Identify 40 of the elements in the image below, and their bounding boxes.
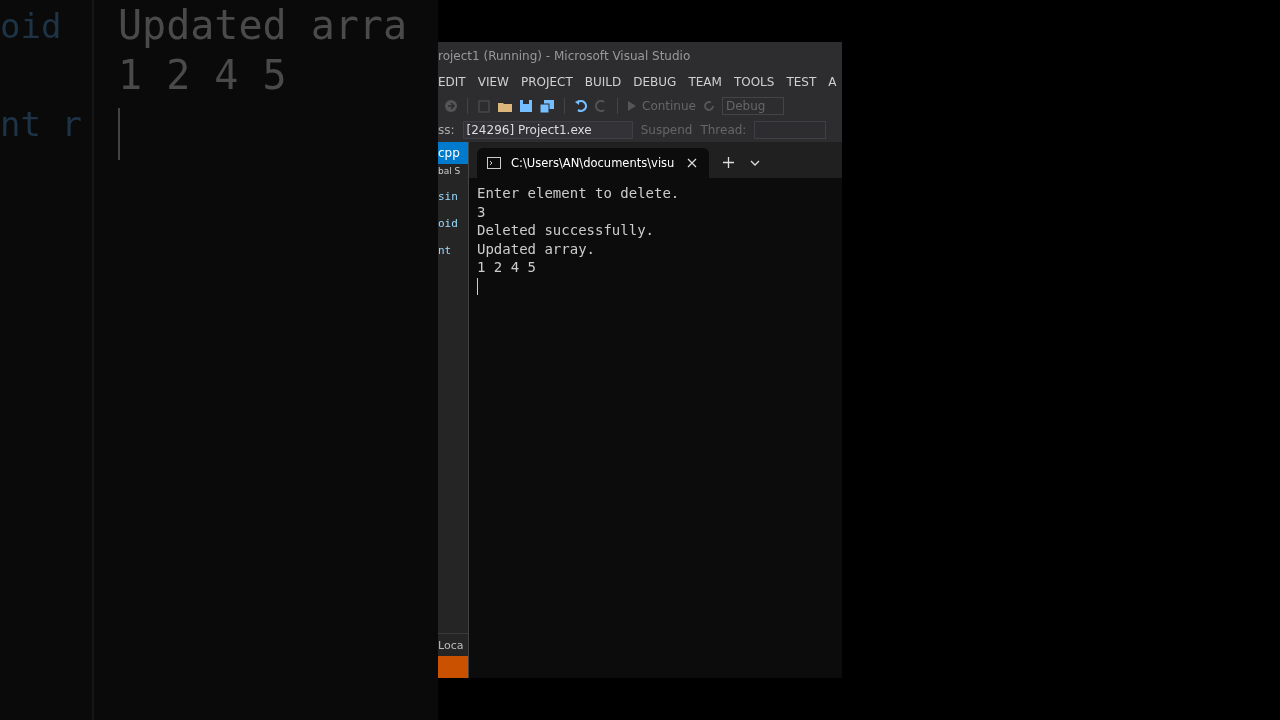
status-bar — [438, 656, 468, 678]
restart-icon[interactable] — [701, 99, 716, 113]
window-title: roject1 (Running) - Microsoft Visual Studio — [438, 49, 691, 63]
save-all-icon[interactable] — [539, 99, 555, 113]
editor-tab[interactable]: cpp — [438, 142, 468, 164]
console-line: Updated arra — [118, 1, 407, 50]
menu-item[interactable]: TOOLS — [733, 75, 775, 89]
console-line: 3 — [477, 202, 486, 221]
menu-item[interactable]: PROJECT — [520, 75, 573, 89]
dropdown-icon[interactable] — [750, 160, 760, 166]
process-label: ss: — [438, 123, 455, 137]
terminal-tab[interactable]: C:\Users\AN\documents\visu — [477, 148, 709, 178]
console-line: 1 2 4 5 — [477, 258, 536, 277]
console-line: 1 2 4 5 — [118, 51, 287, 100]
menu-item[interactable]: VIEW — [477, 75, 509, 89]
undo-icon[interactable] — [574, 99, 588, 113]
menu-item[interactable]: BUILD — [584, 75, 622, 89]
code-fragment: oid — [438, 217, 459, 230]
menu-item[interactable]: DEBUG — [633, 75, 677, 89]
code-fragment: oid — [0, 6, 63, 46]
save-icon[interactable] — [519, 99, 533, 113]
menu-item[interactable]: A — [828, 75, 837, 89]
console-line: Updated array. — [477, 239, 595, 258]
text-cursor — [477, 277, 478, 295]
menu-item[interactable]: EDIT — [438, 75, 466, 89]
code-fragment: nt — [438, 244, 453, 257]
code-fragment: nt r — [0, 104, 83, 144]
text-cursor — [118, 108, 120, 160]
play-icon — [627, 101, 636, 111]
new-tab-icon[interactable] — [723, 157, 734, 168]
console-line: Deleted successfully. — [477, 221, 654, 240]
menu-item[interactable]: TEST — [786, 75, 817, 89]
code-fragment: bal S — [438, 166, 462, 176]
console-line: Enter element to delete. — [477, 184, 680, 203]
process-dropdown[interactable]: [24296] Project1.exe — [462, 121, 633, 139]
close-icon[interactable] — [687, 158, 697, 168]
thread-label: Thread: — [700, 123, 747, 137]
console-icon — [487, 157, 501, 169]
code-fragment: sin — [438, 190, 459, 203]
menu-item[interactable]: TEAM — [688, 75, 722, 89]
